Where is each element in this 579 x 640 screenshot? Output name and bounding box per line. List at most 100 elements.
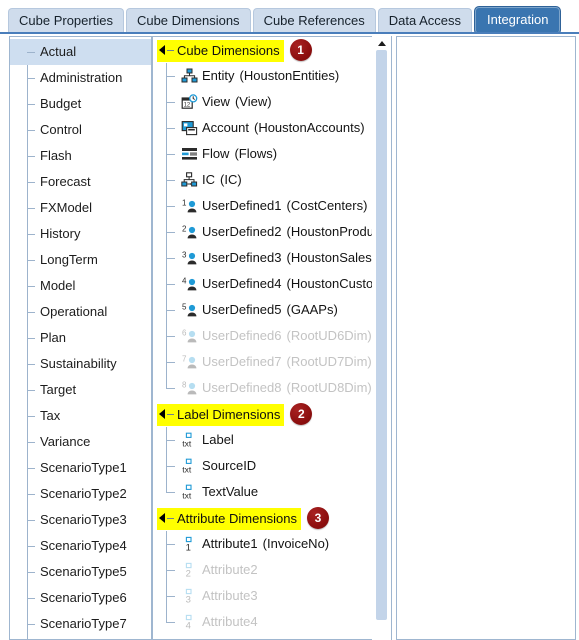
detail-panel[interactable] xyxy=(396,36,576,640)
tab-cube-references[interactable]: Cube References xyxy=(252,8,376,34)
tree-item-userdefined3[interactable]: 3 UserDefined3 (HoustonSalesF xyxy=(153,245,391,271)
user-1-icon: 1 xyxy=(181,198,199,214)
scenario-item-tax[interactable]: Tax xyxy=(10,403,151,429)
tree-item-label: UserDefined4 xyxy=(202,276,282,291)
tree-connector xyxy=(27,208,35,209)
scenario-item-actual[interactable]: Actual xyxy=(10,39,151,65)
scenario-item-longterm[interactable]: LongTerm xyxy=(10,247,151,273)
scenario-item-target[interactable]: Target xyxy=(10,377,151,403)
tree-item-view[interactable]: 12 View (View) xyxy=(153,89,391,115)
caret-expanded-icon[interactable] xyxy=(159,513,165,524)
scenario-item-budget[interactable]: Budget xyxy=(10,91,151,117)
tree-connector xyxy=(27,416,35,417)
tree-group-children: 1 Attribute1 (InvoiceNo) 2 Attribute2 3 Attrib… xyxy=(153,531,391,635)
tree-item-userdefined8[interactable]: 8 UserDefined8 (RootUD8Dim) xyxy=(153,375,391,401)
scenario-item-administration[interactable]: Administration xyxy=(10,65,151,91)
tree-item-label: SourceID xyxy=(202,458,257,473)
tree-connector xyxy=(167,517,174,519)
scenario-item-control[interactable]: Control xyxy=(10,117,151,143)
tree-item-label: Attribute3 xyxy=(202,588,258,603)
tree-item-userdefined5[interactable]: 5 UserDefined5 (GAAPs) xyxy=(153,297,391,323)
group-header-highlight: Attribute Dimensions xyxy=(157,507,301,530)
scenario-item-label: Sustainability xyxy=(40,356,117,371)
scenario-item-label: Model xyxy=(40,278,76,293)
scenario-item-label: ScenarioType6 xyxy=(40,590,127,605)
scenario-item-history[interactable]: History xyxy=(10,221,151,247)
scenario-list-panel[interactable]: Actual Administration Budget Control Flash Fo… xyxy=(9,36,152,640)
scrollbar-thumb[interactable] xyxy=(376,50,387,620)
tree-item-label: UserDefined1 xyxy=(202,198,282,213)
tree-item-attribute4[interactable]: 4 Attribute4 xyxy=(153,609,391,635)
tree-item-dimension-name: (HoustonSalesF xyxy=(286,250,380,265)
tree-item-label: View xyxy=(202,94,230,109)
tree-item-userdefined4[interactable]: 4 UserDefined4 (HoustonCusto xyxy=(153,271,391,297)
tab-list: Cube Properties Cube Dimensions Cube Refer… xyxy=(8,6,562,35)
tree-connector xyxy=(166,596,175,597)
scenario-item-scenariotype1[interactable]: ScenarioType1 xyxy=(10,455,151,481)
user-5-icon: 5 xyxy=(181,302,199,318)
tree-item-attribute3[interactable]: 3 Attribute3 xyxy=(153,583,391,609)
tree-scrollbar[interactable] xyxy=(372,36,391,640)
tab-cube-dimensions[interactable]: Cube Dimensions xyxy=(125,8,251,34)
tree-item-userdefined6[interactable]: 6 UserDefined6 (RootUD6Dim) xyxy=(153,323,391,349)
tab-strip: Cube Properties Cube Dimensions Cube Refer… xyxy=(0,0,579,35)
tree-item-userdefined7[interactable]: 7 UserDefined7 (RootUD7Dim) xyxy=(153,349,391,375)
scenario-item-scenariotype7[interactable]: ScenarioType7 xyxy=(10,611,151,637)
tree-item-sourceid[interactable]: txt SourceID xyxy=(153,453,391,479)
scenario-item-variance[interactable]: Variance xyxy=(10,429,151,455)
tree-connector xyxy=(166,258,175,259)
tree-item-account[interactable]: Account (HoustonAccounts) xyxy=(153,115,391,141)
scenario-item-scenariotype5[interactable]: ScenarioType5 xyxy=(10,559,151,585)
tree-connector xyxy=(27,442,35,443)
tree-connector xyxy=(27,390,35,391)
tree-item-dimension-name: (HoustonAccounts) xyxy=(253,120,365,135)
tree-item-flow[interactable]: Flow (Flows) xyxy=(153,141,391,167)
scenario-item-sustainability[interactable]: Sustainability xyxy=(10,351,151,377)
caret-expanded-icon[interactable] xyxy=(159,45,165,56)
tree-connector xyxy=(166,622,175,623)
scenario-item-flash[interactable]: Flash xyxy=(10,143,151,169)
scenario-item-model[interactable]: Model xyxy=(10,273,151,299)
tab-integration[interactable]: Integration xyxy=(474,6,562,35)
group-header-highlight: Label Dimensions xyxy=(157,403,285,426)
tab-cube-properties[interactable]: Cube Properties xyxy=(8,8,124,34)
tree-item-dimension-name: (CostCenters) xyxy=(286,198,368,213)
tree-group-label-dimensions[interactable]: Label Dimensions 2 xyxy=(153,401,391,427)
svg-text:2: 2 xyxy=(182,224,187,233)
scroll-up-button[interactable] xyxy=(376,38,388,48)
caret-expanded-icon[interactable] xyxy=(159,409,165,420)
dimension-tree-panel[interactable]: Cube Dimensions 1 Entity (HoustonEntities) 1… xyxy=(152,36,392,640)
scenario-item-plan[interactable]: Plan xyxy=(10,325,151,351)
tree-group-cube-dimensions[interactable]: Cube Dimensions 1 xyxy=(153,37,391,63)
scenario-item-scenariotype3[interactable]: ScenarioType3 xyxy=(10,507,151,533)
svg-text:8: 8 xyxy=(182,380,187,389)
tree-item-attribute2[interactable]: 2 Attribute2 xyxy=(153,557,391,583)
tab-label: Cube References xyxy=(263,13,365,28)
tab-data-access[interactable]: Data Access xyxy=(377,8,472,34)
tree-item-textvalue[interactable]: txt TextValue xyxy=(153,479,391,505)
tree-item-ic[interactable]: IC (IC) xyxy=(153,167,391,193)
txt-icon: txt xyxy=(181,432,199,448)
svg-text:12: 12 xyxy=(184,102,191,108)
scenario-item-scenariotype4[interactable]: ScenarioType4 xyxy=(10,533,151,559)
tree-group-attribute-dimensions[interactable]: Attribute Dimensions 3 xyxy=(153,505,391,531)
tree-connector xyxy=(27,260,35,261)
scenario-item-forecast[interactable]: Forecast xyxy=(10,169,151,195)
scenario-item-fxmodel[interactable]: FXModel xyxy=(10,195,151,221)
tree-item-entity[interactable]: Entity (HoustonEntities) xyxy=(153,63,391,89)
group-header-label: Attribute Dimensions xyxy=(177,510,297,526)
svg-text:1: 1 xyxy=(182,198,187,207)
user-6-icon: 6 xyxy=(181,328,199,344)
scenario-item-label: ScenarioType5 xyxy=(40,564,127,579)
chevron-up-icon xyxy=(378,41,386,46)
tree-item-attribute1[interactable]: 1 Attribute1 (InvoiceNo) xyxy=(153,531,391,557)
scenario-item-operational[interactable]: Operational xyxy=(10,299,151,325)
scenario-item-scenariotype2[interactable]: ScenarioType2 xyxy=(10,481,151,507)
scenario-item-scenariotype6[interactable]: ScenarioType6 xyxy=(10,585,151,611)
tree-connector xyxy=(27,156,35,157)
txt-icon: txt xyxy=(181,458,199,474)
tree-item-label: Label xyxy=(202,432,234,447)
tree-item-label[interactable]: txt Label xyxy=(153,427,391,453)
tree-item-userdefined1[interactable]: 1 UserDefined1 (CostCenters) xyxy=(153,193,391,219)
tree-item-userdefined2[interactable]: 2 UserDefined2 (HoustonProdu xyxy=(153,219,391,245)
